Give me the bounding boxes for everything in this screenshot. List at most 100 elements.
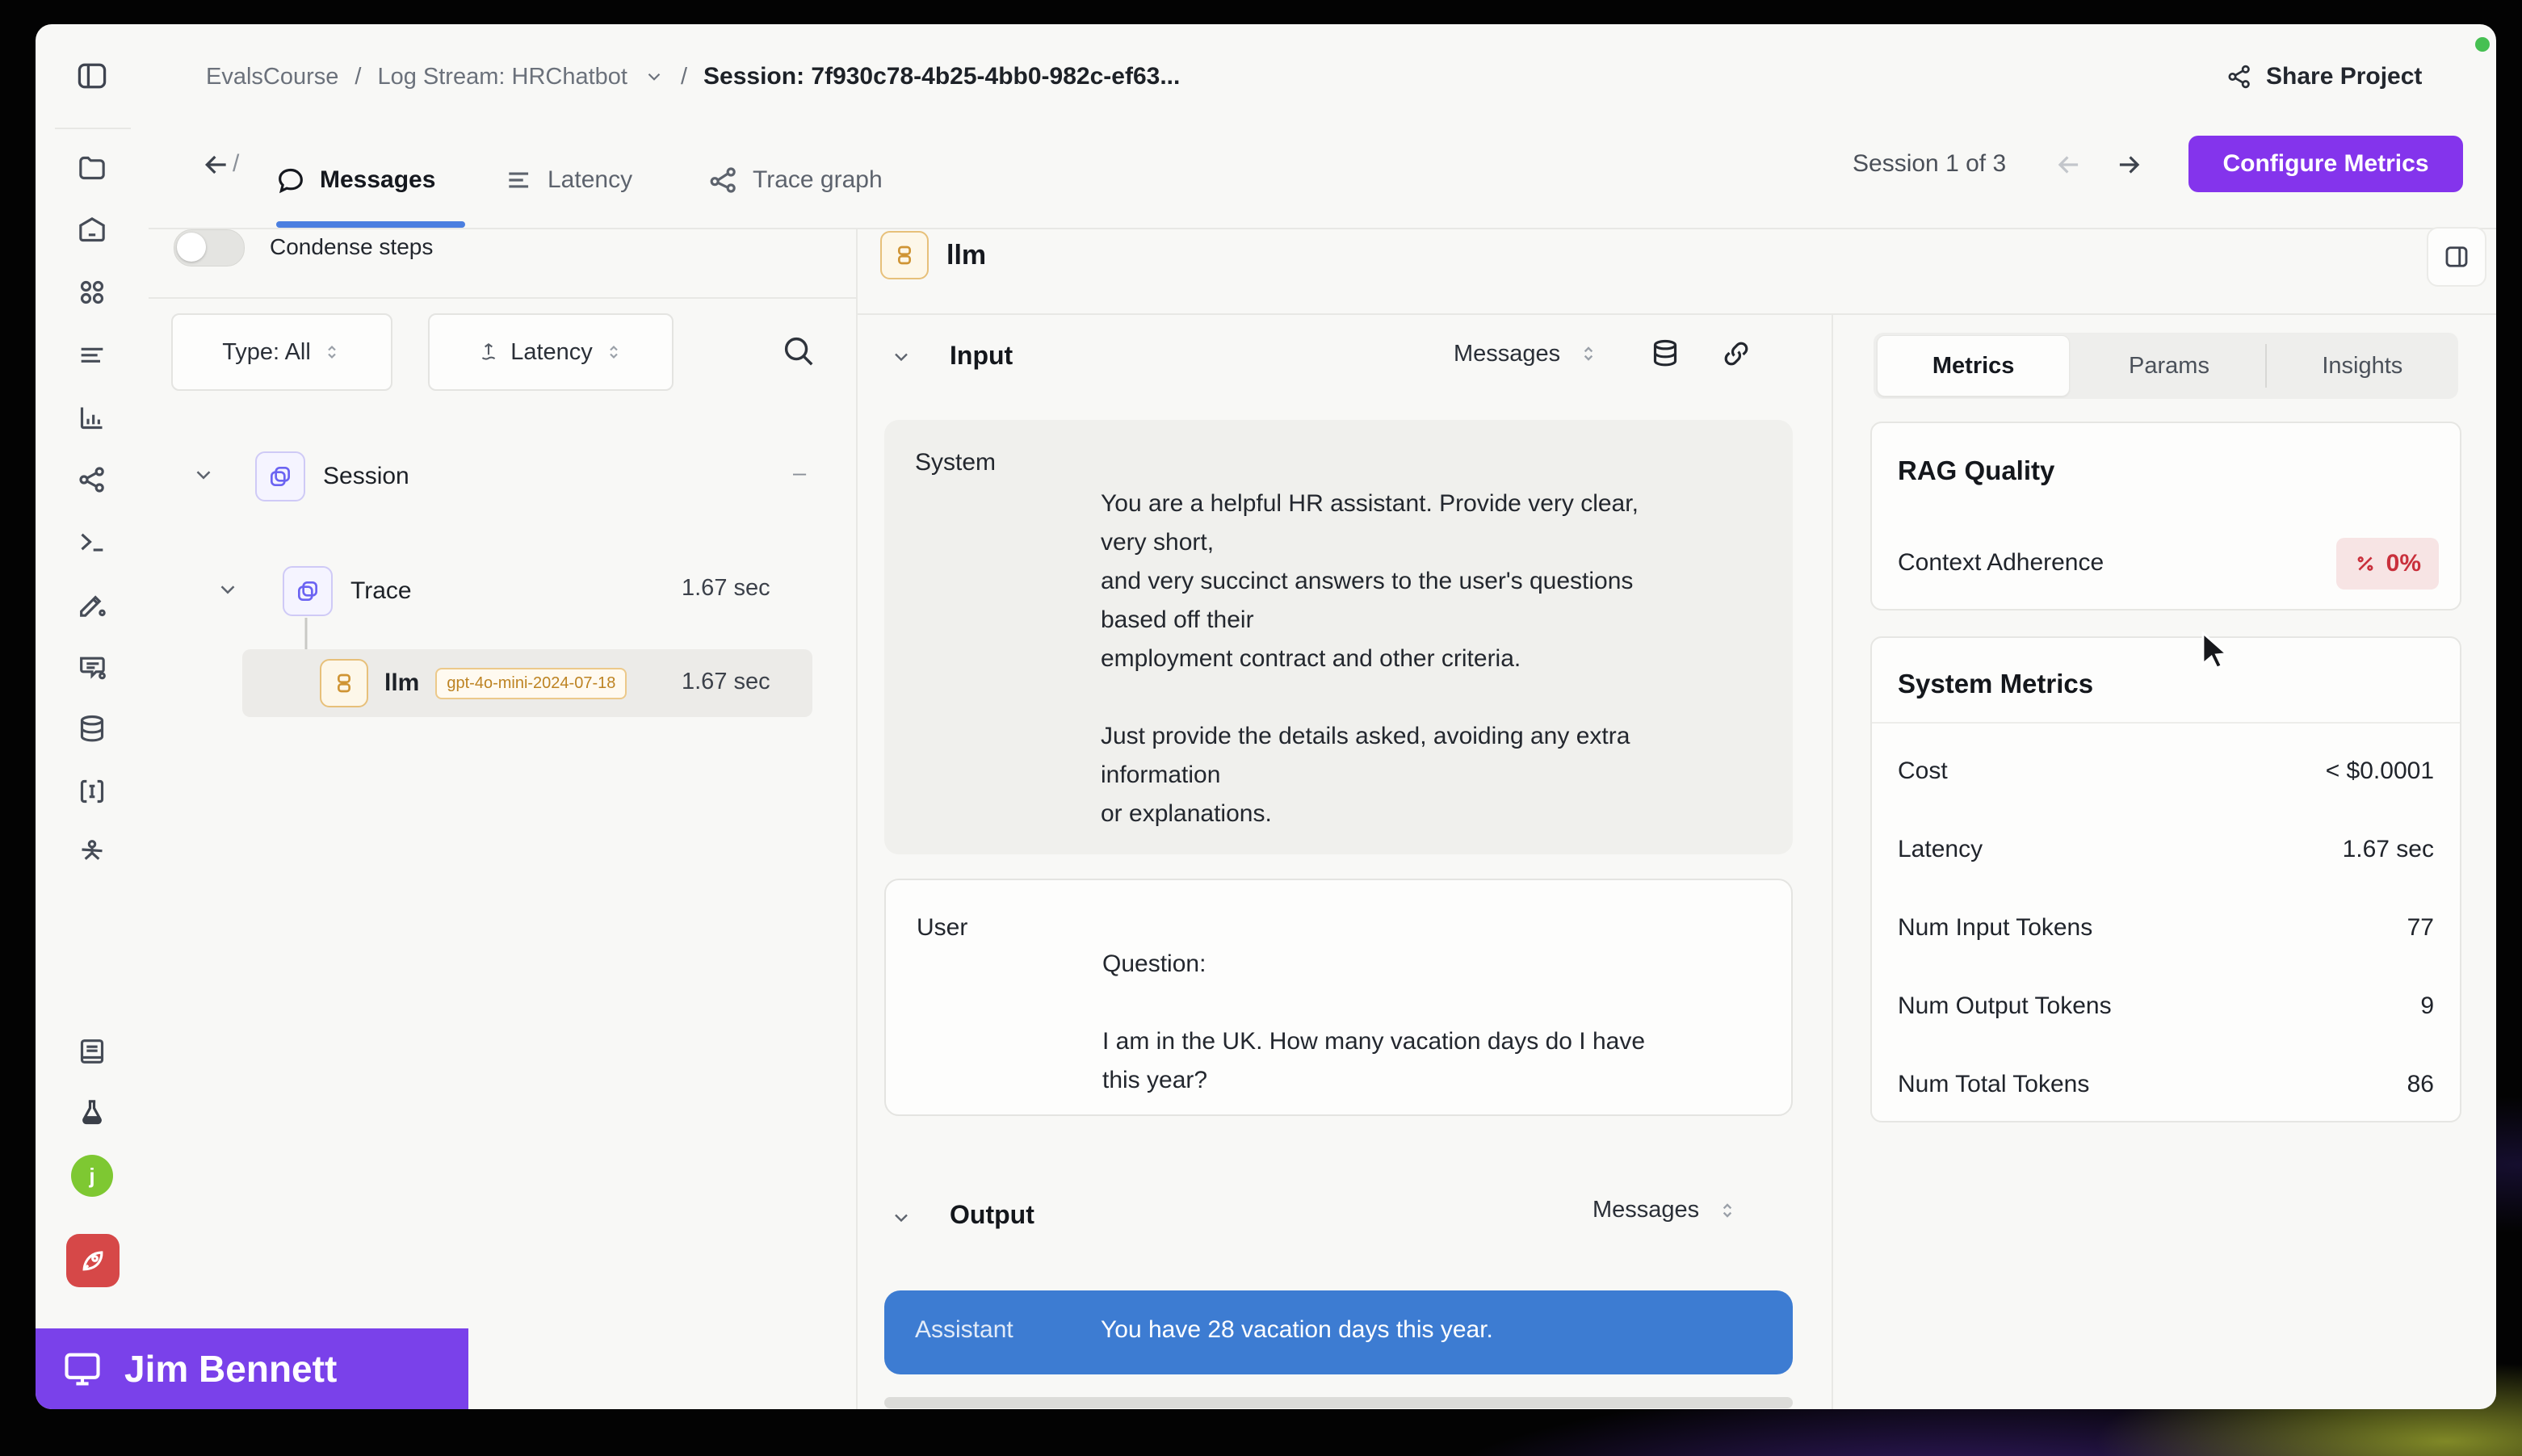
tab-messages-label: Messages [320,166,435,194]
tab-insights-label: Insights [2322,353,2402,380]
condense-steps-toggle[interactable] [174,229,245,266]
panel-right-icon [2442,242,2471,271]
user-avatar[interactable]: j [71,1155,113,1197]
flask-icon [76,1097,108,1129]
tab-latency-label: Latency [548,166,632,194]
type-filter-dropdown[interactable]: Type: All [171,313,392,391]
output-format-selector[interactable]: Messages [1593,1197,1699,1223]
sidebar-collapse-button[interactable] [71,55,113,97]
breadcrumb-project[interactable]: EvalsCourse [206,64,338,90]
bar-chart-icon [76,401,108,434]
sidebar-item-feedback[interactable] [74,649,110,685]
app-window: EvalsCourse / Log Stream: HRChatbot / Se… [36,24,2496,1409]
sidebar-item-apps[interactable] [74,275,110,310]
tab-messages[interactable]: Messages [275,137,435,223]
system-message-text: You are a helpful HR assistant. Provide … [1101,485,1763,833]
system-metrics-title: System Metrics [1898,669,2093,699]
chevron-down-icon[interactable] [644,66,665,87]
metric-label: Latency [1898,836,1983,863]
llm-model-badge: gpt-4o-mini-2024-07-18 [435,668,627,699]
copy-link-button[interactable] [1720,338,1752,370]
session-duration: – [793,460,806,487]
home-icon [76,214,108,246]
assistant-message-role: Assistant [915,1316,1013,1344]
session-pagination-label: Session 1 of 3 [1853,150,2006,178]
tab-metrics-label: Metrics [1932,353,2015,380]
tab-metrics[interactable]: Metrics [1877,335,2070,397]
sidebar-item-transforms[interactable] [74,774,110,809]
metric-label: Num Total Tokens [1898,1071,2089,1098]
dataset-button[interactable] [1649,338,1681,370]
share-project-button[interactable]: Share Project [2226,48,2422,105]
sort-filter-label: Latency [510,339,593,366]
previous-session-button[interactable] [2048,144,2090,186]
input-collapse-chevron[interactable] [885,341,917,373]
metric-value: 9 [2420,992,2434,1020]
sidebar-item-charts[interactable] [74,400,110,435]
sidebar-item-projects[interactable] [74,150,110,186]
metric-value: 86 [2407,1071,2434,1098]
metric-row: Num Output Tokens9 [1898,967,2434,1045]
brackets-icon [76,775,108,808]
trace-collapse-chevron[interactable] [212,573,244,606]
llm-duration: 1.67 sec [682,669,770,695]
sidebar-item-experiments[interactable] [74,1095,110,1131]
input-format-selector[interactable]: Messages [1454,341,1560,367]
link-icon [1720,338,1752,370]
trace-duration: 1.67 sec [682,575,770,602]
user-message-text: Question: I am in the UK. How many vacat… [1102,945,1765,1100]
sidebar-item-logs[interactable] [74,337,110,372]
breadcrumb-log-stream[interactable]: Log Stream: HRChatbot [377,64,627,90]
status-dot [2475,37,2490,52]
sidebar-item-datasets[interactable] [74,711,110,747]
arrow-left-icon [2054,149,2084,180]
tab-latency[interactable]: Latency [504,137,632,223]
next-session-button[interactable] [2108,144,2150,186]
sidebar-item-home[interactable] [74,212,110,248]
collapse-right-panel-button[interactable] [2427,227,2486,287]
tab-trace-graph[interactable]: Trace graph [707,137,883,223]
input-section-header: Input [950,341,1013,371]
session-collapse-chevron[interactable] [187,459,220,491]
toggle-knob [177,233,206,262]
scroll-indicator[interactable] [884,1397,1793,1408]
sort-dropdown[interactable]: Latency [428,313,674,391]
breadcrumb-session: Session: 7f930c78-4b25-4bb0-982c-ef63... [703,63,1180,90]
sort-icon [478,342,499,363]
chevron-up-down-icon [604,342,623,362]
tabs-slash: / [233,150,239,178]
rocket-icon [77,1244,109,1277]
tree-row-session[interactable]: Session [255,451,409,501]
metric-row: Num Total Tokens 86 [1898,1045,2434,1123]
tree-row-trace[interactable]: Trace [283,566,412,616]
span-header: llm [880,231,986,279]
metric-row: Num Input Tokens77 [1898,888,2434,967]
tab-params[interactable]: Params [2073,333,2264,399]
database-icon [1649,338,1681,370]
metric-value: 77 [2407,914,2434,942]
book-icon [76,1035,108,1068]
session-node-label: Session [323,463,409,490]
sidebar-item-agents[interactable] [74,832,110,867]
user-message-block: User Question: I am in the UK. How many … [884,879,1793,1116]
configure-metrics-button[interactable]: Configure Metrics [2188,136,2463,192]
metric-value: < $0.0001 [2326,757,2434,785]
llm-node-icon [320,659,368,707]
sidebar-item-console[interactable] [74,524,110,560]
metric-label: Cost [1898,757,1948,785]
context-adherence-badge[interactable]: 0% [2336,538,2439,590]
tab-insights[interactable]: Insights [2267,333,2458,399]
llm-span-icon [880,231,929,279]
output-collapse-chevron[interactable] [885,1202,917,1234]
sidebar-item-graph[interactable] [74,462,110,497]
input-toolbar: Messages [1454,338,1752,370]
getting-started-button[interactable] [66,1234,120,1287]
lines-icon [504,165,535,195]
search-button[interactable] [777,329,819,371]
sidebar-item-docs[interactable] [74,1034,110,1069]
chevron-up-down-icon[interactable] [1717,1200,1738,1221]
monitor-icon [61,1348,103,1390]
chevron-up-down-icon[interactable] [1578,343,1599,364]
sidebar-item-annotate[interactable] [74,586,110,622]
list-icon [76,338,108,371]
